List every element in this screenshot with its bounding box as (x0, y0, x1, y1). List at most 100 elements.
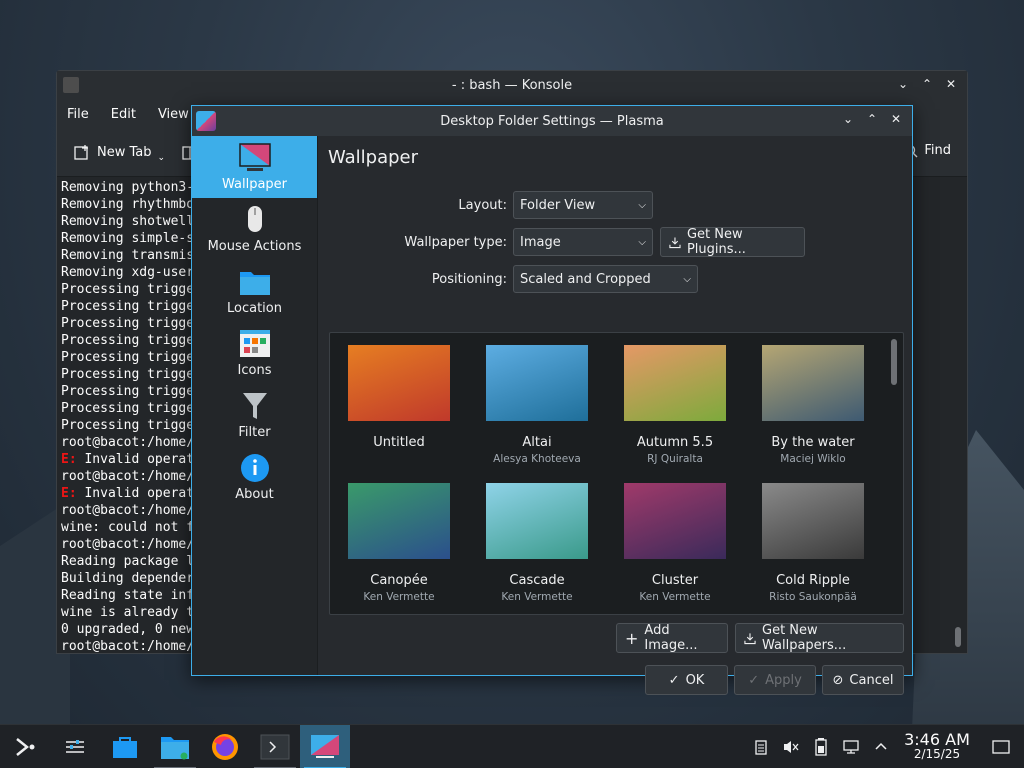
konsole-taskbar[interactable] (250, 725, 300, 768)
get-new-plugins-button[interactable]: Get New Plugins... (660, 227, 805, 257)
apply-button[interactable]: ✓ Apply (734, 665, 816, 695)
plasma-app-icon[interactable] (196, 111, 216, 131)
sidebar-item-label: About (235, 487, 274, 502)
wallpaper-author: Ken Vermette (639, 591, 711, 603)
wallpaper-thumbnail (624, 483, 726, 559)
positioning-value: Scaled and Cropped (520, 271, 651, 287)
volume-muted-icon[interactable] (776, 739, 806, 755)
folder-icon (161, 736, 189, 759)
terminal-line-text: Removing simple-s (61, 231, 195, 246)
menu-file[interactable]: File (67, 107, 89, 122)
cancel-icon: ⊘ (832, 672, 844, 688)
icons-grid-icon (239, 330, 270, 357)
sidebar-item-mouse-actions[interactable]: Mouse Actions (192, 198, 317, 260)
new-tab-button[interactable]: New Tab ⌄ (73, 143, 165, 163)
plasma-settings-taskbar[interactable] (300, 724, 350, 768)
system-tray: 3:46 AM 2/15/25 (746, 725, 1024, 768)
konsole-titlebar[interactable]: - : bash — Konsole ⌄ ⌃ ✕ (57, 71, 967, 99)
chevron-up-icon[interactable] (866, 740, 896, 754)
close-icon[interactable]: ✕ (943, 75, 959, 93)
terminal-line-text: Processing trigge (61, 333, 195, 348)
show-desktop-icon[interactable] (978, 739, 1024, 755)
check-icon: ✓ (748, 672, 760, 688)
firefox-taskbar[interactable] (200, 725, 250, 768)
wallpaper-thumbnail (624, 345, 726, 421)
wallpaper-name: Canopée (370, 573, 428, 588)
desktop-settings-dialog[interactable]: Desktop Folder Settings — Plasma ⌄ ⌃ ✕ W… (191, 105, 913, 695)
cancel-label: Cancel (849, 672, 894, 688)
wallpaper-thumbnail (348, 483, 450, 559)
apply-label: Apply (765, 672, 802, 688)
maximize-icon[interactable]: ⌃ (919, 75, 935, 93)
wallpaper-item[interactable]: Autumn 5.5 RJ Quiralta (606, 345, 744, 465)
ok-button[interactable]: ✓ OK (645, 665, 728, 695)
dialog-title: Desktop Folder Settings — Plasma (440, 113, 664, 129)
wallpaper-item[interactable]: Cascade Ken Vermette (468, 483, 606, 603)
get-new-wallpapers-button[interactable]: Get New Wallpapers... (735, 623, 904, 653)
dialog-titlebar[interactable]: Desktop Folder Settings — Plasma ⌄ ⌃ ✕ (192, 106, 912, 136)
terminal-line-text: Reading state inf (61, 588, 195, 603)
terminal-scrollbar[interactable] (955, 627, 961, 647)
sidebar-item-about[interactable]: About (192, 446, 317, 508)
wallpaper-thumbnail (486, 483, 588, 559)
system-settings-taskbar[interactable] (50, 725, 100, 768)
terminal-line-text: Processing trigge (61, 282, 195, 297)
maximize-icon[interactable]: ⌃ (864, 110, 880, 128)
settings-sliders-icon (66, 739, 84, 753)
app-launcher-button[interactable] (0, 725, 50, 768)
get-new-wallpapers-label: Get New Wallpapers... (762, 623, 847, 653)
check-icon: ✓ (668, 672, 680, 688)
chevron-down-icon: ⌵ (683, 273, 691, 285)
layout-combobox[interactable]: Folder View ⌵ (513, 191, 653, 219)
dolphin-taskbar[interactable] (150, 725, 200, 768)
wallpaper-author: Alesya Khoteeva (493, 453, 581, 465)
network-icon[interactable] (836, 739, 866, 755)
positioning-combobox[interactable]: Scaled and Cropped ⌵ (513, 265, 698, 293)
menu-view[interactable]: View (158, 107, 189, 122)
terminal-line-text: Invalid operat (76, 486, 195, 501)
sidebar-item-filter[interactable]: Filter (192, 384, 317, 446)
wallpaper-item[interactable]: Canopée Ken Vermette (330, 483, 468, 603)
wallpaper-name: Autumn 5.5 (636, 435, 714, 450)
sidebar-item-label: Mouse Actions (207, 239, 302, 254)
wallpaper-author: RJ Quiralta (647, 453, 703, 465)
grid-scrollbar[interactable] (891, 339, 897, 385)
minimize-icon[interactable]: ⌄ (840, 110, 856, 128)
terminal-line-text: root@bacot:/home/ (61, 435, 195, 450)
error-prefix: E: (61, 452, 77, 467)
wallpaper-item[interactable]: Untitled (330, 345, 468, 453)
clipboard-icon[interactable] (746, 739, 776, 755)
settings-sidebar: Wallpaper Mouse Actions Location Icons F… (192, 136, 318, 675)
wallpaper-item[interactable]: Cluster Ken Vermette (606, 483, 744, 603)
sidebar-item-location[interactable]: Location (192, 260, 317, 322)
wallpaper-grid[interactable]: Untitled Altai Alesya Khoteeva Autumn 5.5 RJ… (329, 332, 904, 615)
cancel-button[interactable]: ⊘ Cancel (822, 665, 904, 695)
digital-clock[interactable]: 3:46 AM 2/15/25 (896, 732, 978, 762)
sidebar-item-wallpaper[interactable]: Wallpaper (192, 136, 317, 198)
wallpaper-type-combobox[interactable]: Image ⌵ (513, 228, 653, 256)
wallpaper-author: Risto Saukonpää (769, 591, 857, 603)
wallpaper-name: By the water (771, 435, 855, 450)
wallpaper-item[interactable]: Altai Alesya Khoteeva (468, 345, 606, 465)
sidebar-item-label: Icons (237, 363, 272, 378)
sidebar-item-icons[interactable]: Icons (192, 322, 317, 384)
terminal-line-text: Removing python3- (61, 180, 195, 195)
add-image-button[interactable]: + Add Image... (616, 623, 728, 653)
wallpaper-thumbnail (486, 345, 588, 421)
add-image-label: Add Image... (644, 623, 698, 653)
wallpaper-item[interactable]: Cold Ripple Risto Saukonpää (744, 483, 882, 603)
terminal-line-text: root@bacot:/home/ (61, 639, 195, 653)
plus-icon: + (625, 628, 639, 648)
wallpaper-author: Ken Vermette (501, 591, 573, 603)
discover-taskbar[interactable] (100, 725, 150, 768)
menu-edit[interactable]: Edit (111, 107, 136, 122)
wallpaper-item[interactable]: By the water Maciej Wiklo (744, 345, 882, 465)
konsole-app-icon[interactable] (63, 77, 79, 93)
page-title: Wallpaper (328, 147, 419, 168)
layout-value: Folder View (520, 197, 596, 213)
firefox-icon (212, 733, 238, 760)
filter-icon (242, 393, 267, 419)
minimize-icon[interactable]: ⌄ (895, 75, 911, 93)
close-icon[interactable]: ✕ (888, 110, 904, 128)
battery-icon[interactable] (806, 738, 836, 756)
